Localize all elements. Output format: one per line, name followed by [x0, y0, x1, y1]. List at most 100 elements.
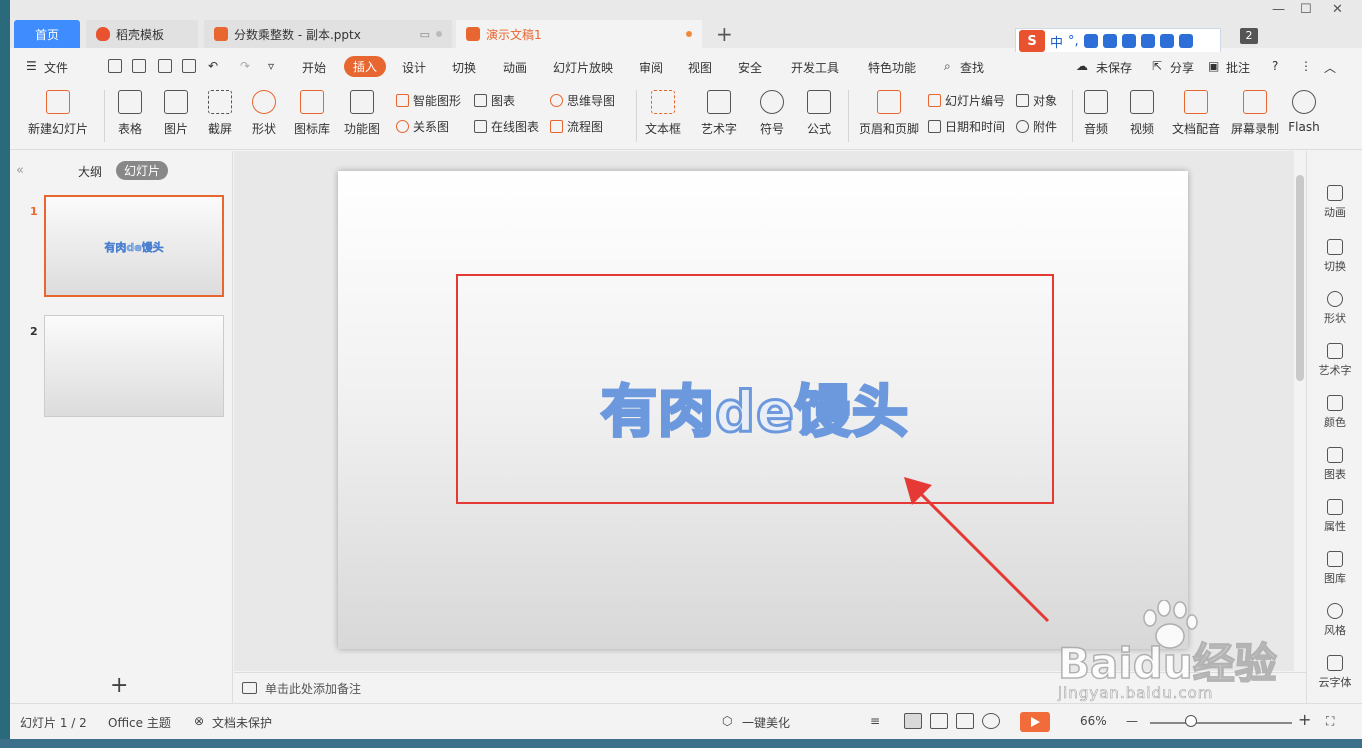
unsaved-status[interactable]: 未保存: [1096, 59, 1132, 76]
user-icon[interactable]: [1140, 34, 1155, 48]
tab-presentation1[interactable]: 演示文稿1: [456, 20, 702, 48]
grid-icon[interactable]: [1178, 34, 1193, 48]
menu-transition[interactable]: 切换: [452, 59, 476, 76]
new-tab-button[interactable]: +: [716, 22, 733, 46]
help-button[interactable]: ?: [1272, 59, 1278, 73]
share-button[interactable]: 分享: [1170, 59, 1194, 76]
minimize-icon[interactable]: —: [1272, 2, 1285, 17]
collapse-ribbon-icon[interactable]: ︿: [1324, 59, 1336, 76]
pane-color[interactable]: 颜色: [1307, 395, 1362, 430]
presenter-view-icon[interactable]: [982, 713, 1000, 729]
window-count-badge[interactable]: 2: [1240, 28, 1258, 44]
symbol-button[interactable]: 符号: [752, 90, 792, 137]
flash-button[interactable]: Flash: [1286, 90, 1322, 134]
pane-animation[interactable]: 动画: [1307, 185, 1362, 220]
theme-name[interactable]: Office 主题: [108, 714, 171, 731]
outline-tab[interactable]: 大纲: [78, 163, 102, 180]
header-footer-button[interactable]: 页眉和页脚: [854, 90, 924, 137]
keyboard-icon[interactable]: [1121, 34, 1136, 48]
menu-insert[interactable]: 插入: [344, 56, 387, 77]
picture-button[interactable]: 图片: [156, 90, 196, 137]
tab-close-dot[interactable]: [436, 31, 442, 37]
menu-animation[interactable]: 动画: [503, 59, 527, 76]
sorter-view-icon[interactable]: [930, 713, 948, 729]
pane-chart[interactable]: 图表: [1307, 447, 1362, 482]
menu-slideshow[interactable]: 幻灯片放映: [553, 59, 613, 76]
datetime-button[interactable]: 日期和时间: [928, 118, 1005, 135]
function-chart-button[interactable]: 功能图: [338, 90, 386, 137]
tab-docer-templates[interactable]: 稻壳模板: [86, 20, 198, 48]
comment-button[interactable]: 批注: [1226, 59, 1250, 76]
play-slideshow-button[interactable]: [1020, 712, 1050, 732]
object-button[interactable]: 对象: [1016, 92, 1057, 109]
notes-area[interactable]: 单击此处添加备注: [234, 672, 1306, 703]
icon-library-button[interactable]: 图标库: [290, 90, 334, 137]
ime-toolbar[interactable]: S 中 °,: [1015, 28, 1221, 54]
add-slide-button[interactable]: +: [110, 673, 128, 698]
hamburger-icon[interactable]: ☰: [26, 59, 37, 73]
doc-voice-button[interactable]: 文档配音: [1168, 90, 1224, 137]
zoom-level[interactable]: 66%: [1080, 714, 1107, 728]
relation-chart-button[interactable]: 关系图: [396, 118, 449, 135]
video-button[interactable]: 视频: [1122, 90, 1162, 137]
collapse-panel-icon[interactable]: «: [16, 163, 24, 178]
shirt-icon[interactable]: [1159, 34, 1174, 48]
tab-home[interactable]: 首页: [14, 20, 80, 48]
shape-button[interactable]: 形状: [244, 90, 284, 137]
pane-gallery[interactable]: 图库: [1307, 551, 1362, 586]
flowchart-button[interactable]: 流程图: [550, 118, 603, 135]
monitor-icon[interactable]: ▭: [420, 28, 430, 41]
screen-record-button[interactable]: 屏幕录制: [1228, 90, 1282, 137]
file-menu[interactable]: 文件: [44, 59, 68, 76]
close-icon[interactable]: ✕: [1332, 2, 1343, 17]
menu-start[interactable]: 开始: [302, 59, 326, 76]
search-icon[interactable]: ⌕: [944, 59, 951, 74]
maximize-icon[interactable]: ☐: [1300, 2, 1312, 17]
emoji-icon[interactable]: [1083, 34, 1098, 48]
chart-button[interactable]: 图表: [474, 92, 515, 109]
pane-style[interactable]: 风格: [1307, 603, 1362, 638]
pane-wordart[interactable]: 艺术字: [1307, 343, 1362, 378]
menu-view[interactable]: 视图: [688, 59, 712, 76]
save-icon[interactable]: [108, 59, 122, 73]
vertical-scrollbar[interactable]: [1294, 151, 1306, 671]
slide-number-button[interactable]: 幻灯片编号: [928, 92, 1005, 109]
textbox-button[interactable]: 文本框: [640, 90, 686, 137]
pane-shape[interactable]: 形状: [1307, 291, 1362, 326]
pane-properties[interactable]: 属性: [1307, 499, 1362, 534]
more-icon[interactable]: ⋮: [1300, 59, 1312, 73]
slide-thumbnail-2[interactable]: [44, 315, 224, 417]
screenshot-button[interactable]: 截屏: [200, 90, 240, 137]
formula-button[interactable]: 公式: [798, 90, 840, 137]
slide-title-text[interactable]: 有肉de馒头: [456, 367, 1054, 448]
fit-window-icon[interactable]: ⛶: [1326, 714, 1334, 729]
table-button[interactable]: 表格: [110, 90, 150, 137]
ime-lang[interactable]: 中: [1050, 32, 1063, 51]
menu-security[interactable]: 安全: [738, 59, 762, 76]
normal-view-icon[interactable]: [904, 713, 922, 729]
pane-transition[interactable]: 切换: [1307, 239, 1362, 274]
beautify-button[interactable]: 一键美化: [742, 714, 790, 731]
pane-cloud-font[interactable]: 云字体: [1307, 655, 1362, 690]
slide-thumbnail-1[interactable]: 有肉de馒头: [44, 195, 224, 297]
search-menu[interactable]: 查找: [960, 59, 984, 76]
current-slide[interactable]: 有肉de馒头: [338, 171, 1188, 649]
new-slide-button[interactable]: 新建幻灯片: [22, 90, 94, 137]
unsaved-dot[interactable]: [686, 31, 692, 37]
zoom-slider-knob[interactable]: [1185, 715, 1198, 727]
tab-fraction-pptx[interactable]: 分数乘整数 - 副本.pptx ▭: [204, 20, 452, 48]
menu-review[interactable]: 审阅: [639, 59, 663, 76]
wordart-button[interactable]: 艺术字: [694, 90, 744, 137]
mic-icon[interactable]: [1102, 34, 1117, 48]
menu-design[interactable]: 设计: [402, 59, 426, 76]
menu-developer[interactable]: 开发工具: [791, 59, 839, 76]
mindmap-button[interactable]: 思维导图: [550, 92, 615, 109]
format-painter-icon[interactable]: [132, 59, 146, 73]
attachment-button[interactable]: 附件: [1016, 118, 1057, 135]
zoom-out-button[interactable]: —: [1126, 714, 1138, 728]
redo-icon[interactable]: ↷: [240, 59, 250, 73]
menu-features[interactable]: 特色功能: [868, 59, 916, 76]
undo-icon[interactable]: ↶: [208, 59, 218, 73]
reading-view-icon[interactable]: [956, 713, 974, 729]
smart-shape-button[interactable]: 智能图形: [396, 92, 461, 109]
